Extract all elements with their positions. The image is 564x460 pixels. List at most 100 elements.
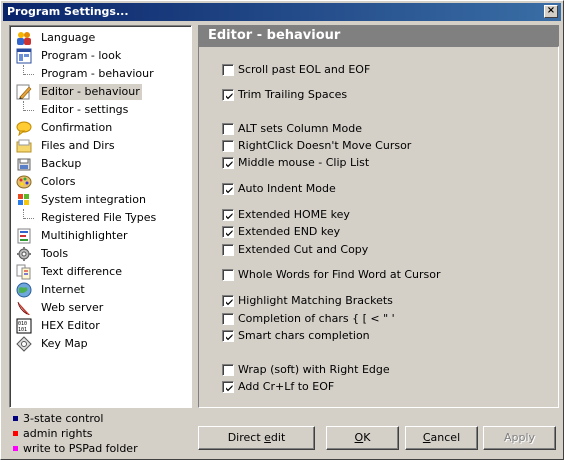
- close-button[interactable]: ×: [544, 5, 558, 18]
- option-middle-mouse-clip-list[interactable]: Middle mouse - Clip List: [222, 155, 369, 171]
- option-smart-chars-completion[interactable]: Smart chars completion: [222, 328, 370, 344]
- option-add-cr-lf-to-eof[interactable]: Add Cr+Lf to EOF: [222, 379, 334, 395]
- globe-icon: [16, 282, 32, 298]
- checkbox[interactable]: [222, 364, 234, 376]
- tree-item-hex-editor[interactable]: 010 101 HEX Editor: [10, 317, 191, 335]
- option-extended-end-key[interactable]: Extended END key: [222, 224, 340, 240]
- option-label: Add Cr+Lf to EOF: [238, 380, 335, 393]
- checkbox[interactable]: [222, 140, 234, 152]
- tree-item-colors[interactable]: Colors: [10, 173, 191, 191]
- option-rightclick-doesn-t-move-cursor[interactable]: RightClick Doesn't Move Cursor: [222, 138, 411, 154]
- option-alt-sets-column-mode[interactable]: ALT sets Column Mode: [222, 121, 362, 137]
- checkbox[interactable]: [222, 244, 234, 256]
- tree-item-label: Backup: [41, 157, 82, 170]
- tree-item-key-map[interactable]: Key Map: [10, 335, 191, 353]
- tree-branch-line: [23, 101, 35, 111]
- checkbox[interactable]: [222, 381, 234, 393]
- option-label: Completion of chars { [ < " ': [238, 312, 395, 325]
- tree-item-confirmation[interactable]: Confirmation: [10, 119, 191, 137]
- close-icon: ×: [546, 5, 556, 16]
- legend-color-swatch: [13, 431, 18, 436]
- option-label: Smart chars completion: [238, 329, 370, 342]
- option-label: Wrap (soft) with Right Edge: [238, 363, 390, 376]
- tree-item-files-and-dirs[interactable]: Files and Dirs: [10, 137, 191, 155]
- folder-icon: [16, 138, 32, 154]
- tree-item-registered-file-types[interactable]: Registered File Types: [10, 209, 191, 227]
- tree-item-label: Internet: [41, 283, 85, 296]
- checkbox[interactable]: [222, 123, 234, 135]
- checkbox[interactable]: [222, 226, 234, 238]
- option-label: Auto Indent Mode: [238, 182, 336, 195]
- option-trim-trailing-spaces[interactable]: Trim Trailing Spaces: [222, 87, 347, 103]
- tree-item-label: Multihighlighter: [41, 229, 128, 242]
- ok-button[interactable]: OK: [326, 426, 399, 450]
- tree-item-program-behaviour[interactable]: Program - behaviour: [10, 65, 191, 83]
- legend-item: write to PSPad folder: [13, 441, 193, 456]
- legend-color-swatch: [13, 416, 18, 421]
- option-auto-indent-mode[interactable]: Auto Indent Mode: [222, 181, 336, 197]
- option-label: Highlight Matching Brackets: [238, 294, 393, 307]
- cancel-button[interactable]: Cancel: [405, 426, 478, 450]
- direct-edit-label-c: dit: [270, 431, 286, 444]
- cancel-label-b: ancel: [430, 431, 461, 444]
- tree-item-web-server[interactable]: Web server: [10, 299, 191, 317]
- checkbox[interactable]: [222, 269, 234, 281]
- option-extended-home-key[interactable]: Extended HOME key: [222, 207, 350, 223]
- ok-label-a: O: [354, 431, 364, 444]
- tree-item-label: Colors: [41, 175, 76, 188]
- window-title: Program Settings...: [7, 5, 129, 18]
- tree-item-internet[interactable]: Internet: [10, 281, 191, 299]
- checkbox[interactable]: [222, 64, 234, 76]
- palette-icon: [16, 174, 32, 190]
- text-difference-icon: [16, 264, 32, 280]
- checkbox[interactable]: [222, 157, 234, 169]
- tree-item-multihighlighter[interactable]: Multihighlighter: [10, 227, 191, 245]
- option-completion-of-chars[interactable]: Completion of chars { [ < " ': [222, 311, 395, 327]
- tree-branch-line: [23, 65, 35, 75]
- option-scroll-past-eol-and-eof[interactable]: Scroll past EOL and EOF: [222, 62, 370, 78]
- legend-label: admin rights: [23, 427, 93, 440]
- tree-item-backup[interactable]: Backup: [10, 155, 191, 173]
- legend-item: 3-state control: [13, 411, 193, 426]
- legend-label: write to PSPad folder: [23, 442, 138, 455]
- tree-item-label: Editor - behaviour: [39, 84, 142, 100]
- tree-item-label: Text difference: [41, 265, 122, 278]
- checkbox[interactable]: [222, 89, 234, 101]
- checkbox[interactable]: [222, 209, 234, 221]
- tree-item-label: Program - behaviour: [41, 67, 154, 80]
- option-wrap-soft-with-right-edge[interactable]: Wrap (soft) with Right Edge: [222, 362, 390, 378]
- ok-label-b: K: [363, 431, 371, 444]
- checkmark-icon: [226, 299, 233, 306]
- cancel-label-a: C: [422, 431, 431, 444]
- checkbox[interactable]: [222, 313, 234, 325]
- tree-item-label: Editor - settings: [41, 103, 129, 116]
- checkmark-icon: [226, 161, 233, 168]
- tree-item-tools[interactable]: Tools: [10, 245, 191, 263]
- checkbox[interactable]: [222, 330, 234, 342]
- legend-label: 3-state control: [23, 412, 104, 425]
- tree-item-system-integration[interactable]: System integration: [10, 191, 191, 209]
- tree-item-text-difference[interactable]: Text difference: [10, 263, 191, 281]
- title-bar[interactable]: Program Settings... ×: [3, 3, 561, 21]
- program-settings-window: Program Settings... × Language Program - …: [0, 0, 564, 460]
- apply-button[interactable]: Apply: [483, 426, 556, 450]
- tree-item-language[interactable]: Language: [10, 29, 191, 47]
- option-extended-cut-and-copy[interactable]: Extended Cut and Copy: [222, 242, 368, 258]
- settings-tree[interactable]: Language Program - look Program - behaviou…: [9, 25, 192, 408]
- legend-item: admin rights: [13, 426, 193, 441]
- option-highlight-matching-brackets[interactable]: Highlight Matching Brackets: [222, 293, 393, 309]
- tree-item-label: Key Map: [41, 337, 88, 350]
- checkbox[interactable]: [222, 295, 234, 307]
- feather-icon: [16, 300, 32, 316]
- direct-edit-button[interactable]: Direct edit: [198, 426, 315, 450]
- option-whole-words-for-find-word-at-cursor[interactable]: Whole Words for Find Word at Cursor: [222, 267, 441, 283]
- tree-item-editor-settings[interactable]: Editor - settings: [10, 101, 191, 119]
- tree-item-program-look[interactable]: Program - look: [10, 47, 191, 65]
- tree-item-editor-behaviour[interactable]: Editor - behaviour: [10, 83, 191, 101]
- checkbox[interactable]: [222, 183, 234, 195]
- checkmark-icon: [226, 385, 233, 392]
- option-label: Whole Words for Find Word at Cursor: [238, 268, 441, 281]
- legend: 3-state control admin rights write to PSPa…: [13, 411, 193, 456]
- panel-title: Editor - behaviour: [198, 25, 559, 46]
- pencil-icon: [16, 84, 32, 100]
